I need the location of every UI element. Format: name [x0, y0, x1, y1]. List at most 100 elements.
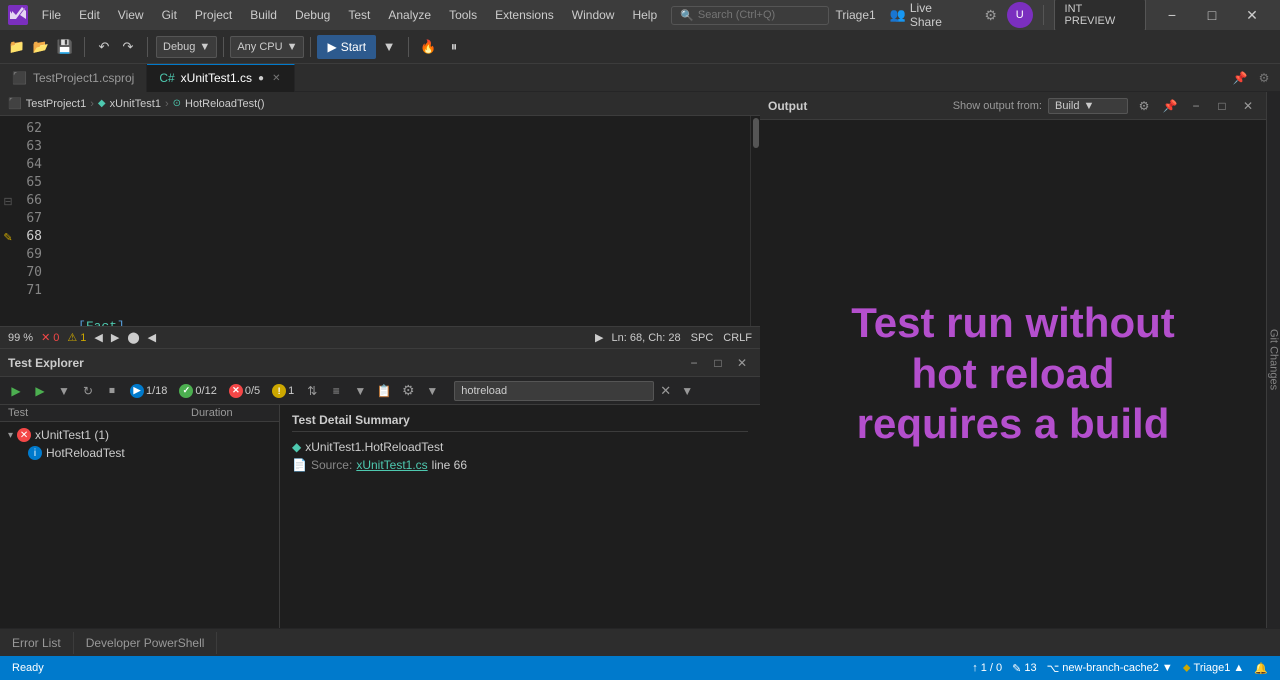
user-avatar[interactable]: U	[1007, 2, 1033, 28]
detail-source-link[interactable]: xUnitTest1.cs	[356, 458, 427, 472]
tab-close-button[interactable]: ✕	[270, 72, 282, 85]
menu-project[interactable]: Project	[187, 6, 240, 24]
nav-back-button[interactable]: ◀	[94, 331, 102, 344]
tab-settings-button[interactable]: ⚙	[1254, 68, 1274, 88]
ready-label: Ready	[12, 662, 44, 674]
test-filter-input[interactable]	[454, 381, 654, 401]
start-button[interactable]: ▶ Start	[317, 35, 376, 59]
redo-button[interactable]: ↷	[117, 36, 139, 58]
output-actions-button[interactable]: ⚙	[1134, 96, 1154, 116]
test-settings-button[interactable]: ⚙	[398, 381, 418, 401]
test-group-xunit[interactable]: ▾ ✕ xUnitTest1 (1)	[0, 426, 279, 444]
pin-tab-button[interactable]: 📌	[1230, 68, 1250, 88]
menu-window[interactable]: Window	[564, 6, 623, 24]
menu-tools[interactable]: Tools	[441, 6, 485, 24]
test-explorer-close[interactable]: ✕	[732, 353, 752, 373]
filter-dropdown-button[interactable]: ▼	[677, 381, 697, 401]
filter-tests-button[interactable]: ▼	[350, 381, 370, 401]
output-maximize[interactable]: □	[1212, 96, 1232, 116]
filter-clear-button[interactable]: ✕	[658, 383, 673, 399]
vs-logo	[8, 5, 28, 25]
int-preview-button[interactable]: INT PREVIEW	[1054, 0, 1146, 31]
tab-error-list[interactable]: Error List	[0, 632, 74, 654]
output-close[interactable]: ✕	[1238, 96, 1258, 116]
run-all-tests-button[interactable]: ▶	[6, 381, 26, 401]
horizontal-scroll-left[interactable]: ◀	[148, 331, 156, 344]
status-warnings[interactable]: ↑ 1 / 0	[968, 662, 1006, 674]
tab-developer-powershell[interactable]: Developer PowerShell	[74, 632, 218, 654]
playlist-button[interactable]: 📋	[374, 381, 394, 401]
status-column[interactable]: ✎ 13	[1008, 662, 1040, 675]
start-dropdown-button[interactable]: ▼	[378, 36, 400, 58]
output-minimize[interactable]: −	[1186, 96, 1206, 116]
menu-edit[interactable]: Edit	[71, 6, 108, 24]
group-tests-button[interactable]: ≡	[326, 381, 346, 401]
linenum-64: 64	[16, 156, 50, 174]
open-button[interactable]: 📂	[30, 36, 52, 58]
test-explorer-minimize[interactable]: −	[684, 353, 704, 373]
cancel-test-run-button[interactable]: ⏹	[102, 381, 122, 401]
menu-debug[interactable]: Debug	[287, 6, 338, 24]
tab-actions: 📌 ⚙	[1230, 68, 1280, 88]
menu-git[interactable]: Git	[154, 6, 185, 24]
menu-file[interactable]: File	[34, 6, 69, 24]
test-explorer-maximize[interactable]: □	[708, 353, 728, 373]
csproj-icon: ⬛	[12, 71, 27, 85]
line-numbers-gutter: 62 63 64 65 ⊟	[0, 116, 50, 326]
test-settings-dropdown[interactable]: ▼	[422, 381, 442, 401]
run-selected-tests-button[interactable]: ▶	[30, 381, 50, 401]
breadcrumb-method[interactable]: HotReloadTest()	[185, 98, 264, 110]
error-count-item[interactable]: ✕ 0	[41, 331, 59, 344]
sort-tests-button[interactable]: ⇅	[302, 381, 322, 401]
tab-csproj[interactable]: ⬛ TestProject1.csproj	[0, 64, 147, 92]
search-input[interactable]	[698, 9, 821, 21]
tab-xunit[interactable]: C# xUnitTest1.cs ● ✕	[147, 64, 295, 92]
hot-reload-button[interactable]: 🔥	[417, 36, 439, 58]
menu-test[interactable]: Test	[340, 6, 378, 24]
vertical-scrollbar[interactable]	[750, 116, 760, 326]
output-dropdown-chevron: ▼	[1083, 100, 1094, 112]
maximize-button[interactable]: □	[1192, 0, 1232, 30]
linenum-63: 63	[16, 138, 50, 156]
menu-extensions[interactable]: Extensions	[487, 6, 562, 24]
horizontal-scroll-right[interactable]: ▶	[595, 331, 603, 344]
output-source-dropdown[interactable]: Build ▼	[1048, 98, 1128, 114]
undo-button[interactable]: ↶	[93, 36, 115, 58]
settings-icon[interactable]: ⚙	[980, 7, 1001, 24]
live-share-button[interactable]: 👥 Live Share	[882, 0, 975, 31]
scrollbar-thumb[interactable]	[753, 118, 759, 148]
ready-status[interactable]: Ready	[8, 662, 48, 674]
save-all-button[interactable]: 💾	[54, 36, 76, 58]
output-content: Test run without hot reload requires a b…	[760, 120, 1266, 628]
pause-button[interactable]: ⏸	[443, 36, 465, 58]
menu-view[interactable]: View	[110, 6, 152, 24]
zoom-control[interactable]: 99 %	[8, 332, 33, 344]
menu-help[interactable]: Help	[624, 6, 665, 24]
editor-bottom-bar: 99 % ✕ 0 ⚠ 1 ◀ ▶ ⬤ ◀ ▶ Ln: 68, Ch: 28	[0, 326, 760, 348]
search-box[interactable]: 🔍	[671, 6, 829, 25]
nav-forward-button[interactable]: ▶	[111, 331, 119, 344]
test-item-hotreload[interactable]: i HotReloadTest	[0, 444, 279, 462]
refresh-tests-button[interactable]: ↻	[78, 381, 98, 401]
code-editor[interactable]: [Fact] 🔷 | 0 references public void HotR…	[50, 116, 750, 326]
platform-dropdown[interactable]: Any CPU ▼	[230, 36, 304, 58]
menu-build[interactable]: Build	[242, 6, 285, 24]
status-branch[interactable]: ⌥ new-branch-cache2 ▼	[1043, 662, 1177, 675]
git-changes-panel[interactable]: Git Changes	[1266, 92, 1280, 628]
line-66-gutter: ⊟ 66	[0, 192, 50, 210]
test-column-headers: Test Duration	[0, 405, 279, 422]
new-project-button[interactable]: 📁	[6, 36, 28, 58]
output-pin-button[interactable]: 📌	[1160, 96, 1180, 116]
breakpoint-button[interactable]: ⬤	[127, 331, 139, 344]
menu-analyze[interactable]: Analyze	[380, 6, 439, 24]
warning-count-item[interactable]: ⚠ 1	[67, 331, 86, 344]
breadcrumb-class[interactable]: xUnitTest1	[110, 98, 161, 110]
minimize-button[interactable]: −	[1152, 0, 1192, 30]
run-dropdown-button[interactable]: ▼	[54, 381, 74, 401]
status-bell[interactable]: 🔔	[1250, 662, 1272, 675]
debug-config-dropdown[interactable]: Debug ▼	[156, 36, 217, 58]
close-button[interactable]: ✕	[1232, 0, 1272, 30]
breadcrumb-project[interactable]: TestProject1	[26, 98, 87, 110]
status-project[interactable]: ⬥ Triage1 ▲	[1179, 662, 1248, 675]
toolbar-sep-2	[147, 37, 148, 57]
